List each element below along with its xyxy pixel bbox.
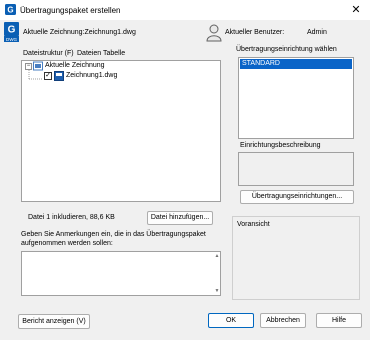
app-icon: G	[5, 4, 16, 15]
svg-text:G: G	[7, 6, 13, 15]
setup-description-label: Einrichtungsbeschreibung	[240, 142, 321, 149]
notes-label-line2: aufgenommen werden sollen:	[21, 240, 113, 247]
dwg-file-small-icon	[54, 71, 64, 81]
svg-text:G: G	[8, 25, 16, 36]
add-file-button[interactable]: Datei hinzufügen...	[147, 211, 213, 225]
user-icon	[206, 24, 222, 42]
show-report-button[interactable]: Bericht anzeigen (V)	[18, 314, 90, 329]
current-drawing-label: Aktuelle Zeichnung:Zeichnung1.dwg	[23, 29, 136, 36]
notes-scroll-up-icon[interactable]: ▲	[213, 252, 221, 260]
svg-text:DWG: DWG	[6, 37, 17, 42]
dwg-file-icon: G DWG	[4, 22, 19, 42]
notes-scroll-down-icon[interactable]: ▼	[213, 287, 221, 295]
tab-files-table[interactable]: Dateien Tabelle	[77, 50, 125, 57]
transfer-setup-list[interactable]	[238, 57, 354, 139]
notes-label-line1: Geben Sie Anmerkungen ein, die in das Üb…	[21, 231, 206, 238]
close-button[interactable]: ✕	[348, 3, 364, 17]
ok-button[interactable]: OK	[208, 313, 254, 328]
drawing-folder-icon	[33, 61, 43, 71]
tree-child-label[interactable]: Zeichnung1.dwg	[66, 72, 117, 79]
setup-description-box	[238, 152, 354, 186]
help-button[interactable]: Hilfe	[316, 313, 362, 328]
transfer-setups-button[interactable]: Übertragungseinrichtungen...	[240, 190, 354, 204]
tab-file-tree[interactable]: Dateistruktur (F)	[23, 50, 74, 57]
tree-root-label[interactable]: Aktuelle Zeichnung	[45, 62, 105, 69]
transfer-setup-item-standard[interactable]: STANDARD	[240, 59, 352, 69]
preview-frame	[232, 216, 360, 300]
include-checkbox[interactable]: ✓	[44, 72, 52, 80]
file-info: Datei 1 inkludieren, 88,6 KB	[28, 214, 115, 221]
current-user-value: Admin	[307, 29, 327, 36]
current-user-label: Aktueller Benutzer:	[225, 29, 285, 36]
transfer-setup-label: Übertragungseinrichtung wählen	[236, 46, 337, 53]
cancel-button[interactable]: Abbrechen	[260, 313, 306, 328]
preview-label: Voransicht	[236, 221, 271, 228]
notes-input[interactable]	[21, 251, 221, 296]
window-title: Übertragungspaket erstellen	[20, 6, 121, 15]
collapse-toggle[interactable]: −	[25, 63, 32, 70]
